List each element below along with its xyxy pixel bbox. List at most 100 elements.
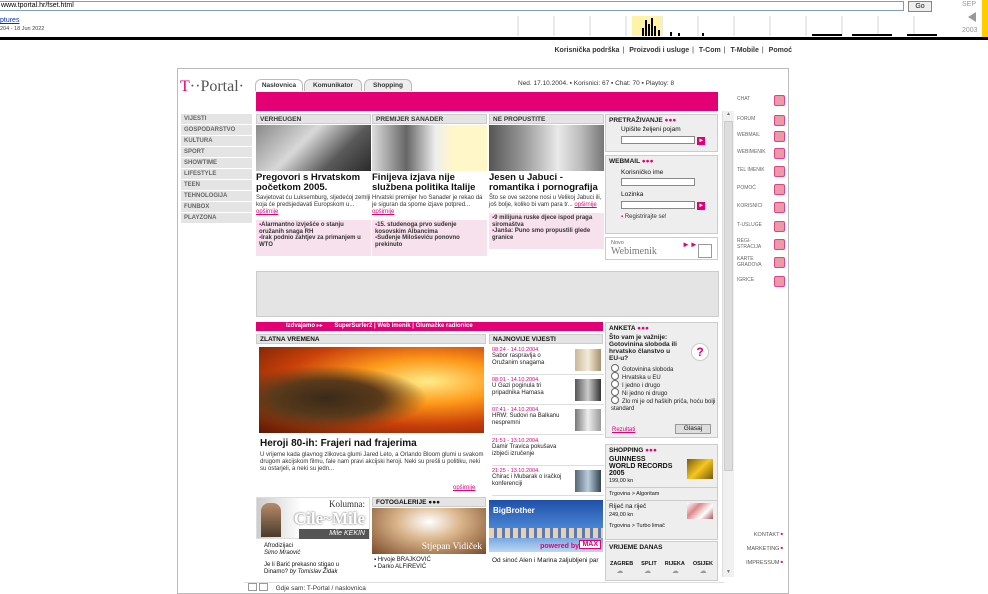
poll-option[interactable]: Ni jedno ni drugo (606, 388, 717, 397)
bigbrother-banner[interactable]: BigBrother powered by MAX (489, 500, 603, 552)
menu-lifestyle[interactable]: LIFESTYLE (181, 169, 252, 179)
wayback-sparkline[interactable] (512, 14, 942, 36)
service-tusluge[interactable]: T-USLUGE (737, 220, 787, 234)
news-headline[interactable]: Sabor raspravlja o Oružanim snagama (492, 353, 568, 366)
product-image[interactable] (687, 503, 713, 519)
prev-arrow-icon[interactable] (968, 12, 976, 22)
news-title[interactable]: Jesen u Jabuci - romantika i pornografij… (489, 173, 604, 193)
gallery-photo[interactable]: Stjepan Vidiček (372, 508, 486, 554)
bullet-link[interactable]: 9 milijuna ruske djece ispod praga sirom… (492, 215, 601, 228)
poll-option[interactable]: I jedno i drugo (606, 380, 717, 389)
wayback-go-button[interactable]: Go (908, 1, 932, 12)
wayback-url-input[interactable]: www.tportal.hr/fset.html (0, 1, 904, 11)
news-photo[interactable] (256, 125, 371, 171)
menu-gospodarstvo[interactable]: GOSPODARSTVO (181, 125, 252, 135)
service-registracija[interactable]: REGI-STRACIJA (737, 238, 787, 254)
gallery-link[interactable]: ▪ Darko ALFIREVIĆ (374, 564, 486, 571)
news-thumbnail[interactable] (575, 379, 601, 401)
menu-funbox[interactable]: FUNBOX (181, 202, 252, 212)
username-input[interactable] (621, 178, 695, 186)
store-link[interactable]: Trgovina > Algoritam (606, 487, 717, 500)
scroll-down-icon[interactable]: ▼ (723, 569, 734, 575)
tab-naslovnica[interactable]: Naslovnica (255, 79, 303, 91)
poll-results-link[interactable]: Rezultati (612, 427, 635, 433)
news-headline[interactable]: Chirac i Mubarak o iračkoj konferenciji (492, 474, 568, 487)
password-input[interactable] (621, 200, 695, 209)
feature-photo[interactable] (259, 347, 484, 433)
font-size-icon[interactable] (258, 583, 268, 591)
webimenik-banner[interactable]: Novo Webimenik ►► (605, 237, 718, 260)
poll-option[interactable]: Zlo mi je od haških priča, hoću bolji st… (606, 396, 717, 412)
news-headline[interactable]: HRW: Sudovi na Balkanu nespremni (492, 413, 568, 426)
news-thumbnail[interactable] (575, 409, 601, 431)
menu-showtime[interactable]: SHOWTIME (181, 158, 252, 168)
service-webimenik[interactable]: WEBIMENIK (737, 147, 787, 161)
link-marketing[interactable]: MARKETING (747, 545, 783, 552)
izdvajamo-links[interactable]: SuperSurfer2 | Web imenik | Glumačke rad… (334, 323, 472, 329)
link-impressum[interactable]: IMPRESSUM (746, 559, 783, 566)
service-korisnici[interactable]: KORISNICI (737, 201, 787, 215)
toplink-podrska[interactable]: Korisnička podrška (554, 47, 619, 54)
column-banner[interactable]: Kolumna: Cile~Mile Mile KEKIN (256, 497, 370, 539)
vote-button[interactable]: Glasaj (675, 424, 711, 434)
register-link[interactable]: ▪ Registrirajte se! (606, 214, 717, 220)
tab-shopping[interactable]: Shopping (364, 79, 412, 91)
column-article[interactable]: Je li Barić prekasno stigao u Dinamo? by… (264, 562, 364, 575)
service-webmail[interactable]: WEBMAIL (737, 130, 787, 144)
service-pomoc[interactable]: POMOĆ (737, 183, 787, 197)
news-title[interactable]: Pregovori s Hrvatskom početkom 2005. (256, 173, 371, 193)
latest-news-item[interactable]: 21:51 - 13.10.2004. Damir Travica pokuša… (492, 438, 604, 466)
tportal-logo[interactable]: T··Portal· (180, 78, 244, 96)
font-size-icon[interactable] (248, 583, 257, 591)
wayback-captures-link[interactable]: ptures (0, 17, 19, 24)
feature-more-link[interactable]: opširnije (453, 485, 475, 491)
tab-komunikator[interactable]: Komunikator (304, 79, 362, 91)
news-headline[interactable]: U Gazi poginula tri pripadnika Hamasa (492, 383, 568, 396)
book-cover-image[interactable] (687, 459, 713, 479)
news-thumbnail[interactable] (575, 349, 601, 371)
service-telimenik[interactable]: TEL IMENIK (737, 165, 787, 179)
product-name[interactable]: GUINNESS WORLD RECORDS 2005 (606, 456, 676, 477)
latest-news-item[interactable]: 08:01 - 14.10.2004. U Gazi poginula tri … (492, 377, 604, 405)
news-title[interactable]: Finijeva izjava nije službena politika I… (372, 173, 487, 193)
link-kontakt[interactable]: KONTAKT (754, 531, 783, 538)
more-link[interactable]: opširnije (372, 209, 394, 215)
service-chat[interactable]: CHAT (737, 94, 787, 108)
bigbrother-text[interactable]: Od sinoć Alen i Marina zaljubljeni par (489, 552, 603, 569)
bullet-link[interactable]: Alarmantno izvješće o stanju oružanih sn… (259, 222, 368, 235)
bullet-link[interactable]: 15. studenoga prvo suđenje kosovskim Alb… (375, 222, 484, 235)
ad-banner[interactable] (256, 271, 719, 317)
service-karte[interactable]: KARTE GRADOVA (737, 256, 787, 272)
menu-kultura[interactable]: KULTURA (181, 136, 252, 146)
toplink-tmobile[interactable]: T-Mobile (730, 47, 758, 54)
poll-option[interactable]: Gotovinina sloboda (606, 364, 717, 373)
bullet-link[interactable]: Suđenje Miloševiću ponovno prekinuto (375, 235, 484, 248)
menu-vijesti[interactable]: VIJESTI (181, 114, 252, 124)
login-button[interactable]: ► (697, 202, 706, 210)
news-headline[interactable]: Damir Travica pokušava izbjeći izručenje (492, 444, 568, 457)
scroll-thumb[interactable] (724, 121, 733, 471)
menu-playzona[interactable]: PLAYZONA (181, 213, 252, 223)
latest-news-item[interactable]: 08:24 - 14.10.2004. Sabor raspravlja o O… (492, 347, 604, 375)
more-link[interactable]: opširnije (256, 209, 278, 215)
search-input[interactable] (621, 135, 695, 144)
gallery-link[interactable]: ▪ Hrvoje BRAJKOVIĆ (374, 557, 486, 564)
menu-sport[interactable]: SPORT (181, 147, 252, 157)
news-photo[interactable] (372, 125, 487, 171)
latest-news-item[interactable]: 07:41 - 14.10.2004. HRW: Sudovi na Balka… (492, 407, 604, 435)
scroll-up-icon[interactable]: ▲ (723, 111, 734, 117)
toplink-proizvodi[interactable]: Proizvodi i usluge (629, 47, 689, 54)
news-thumbnail[interactable] (575, 470, 601, 492)
bullet-link[interactable]: Janša: Puno smo propustili glede granice (492, 228, 601, 241)
search-go-button[interactable]: ► (697, 137, 706, 145)
feature-title[interactable]: Heroji 80-ih: Frajeri nad frajerima (260, 438, 417, 449)
news-photo[interactable] (489, 125, 604, 171)
store-link[interactable]: Trgovina > Turbo limač (606, 518, 717, 534)
latest-news-item[interactable]: 21:25 - 13.10.2004. Chirac i Mubarak o i… (492, 468, 604, 496)
service-forum[interactable]: FORUM (737, 114, 787, 128)
poll-option[interactable]: Hrvatska u EU (606, 372, 717, 381)
menu-tehnologija[interactable]: TEHNOLOGIJA (181, 191, 252, 201)
menu-teen[interactable]: TEEN (181, 180, 252, 190)
toplink-pomoc[interactable]: Pomoć (769, 47, 792, 54)
scrollbar[interactable]: ▲ ▼ (722, 111, 734, 577)
